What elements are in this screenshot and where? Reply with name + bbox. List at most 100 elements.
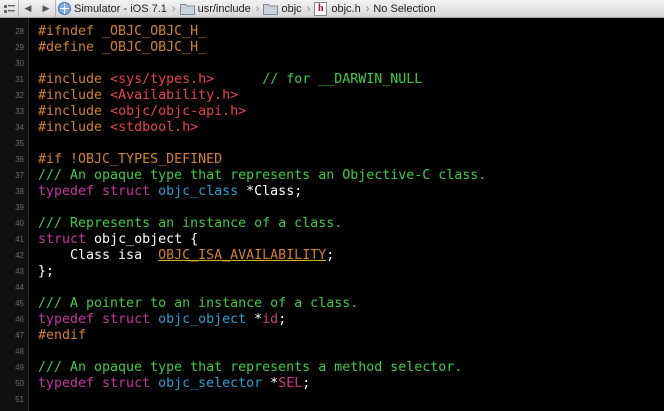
- code-line[interactable]: 42 Class isa OBJC_ISA_AVAILABILITY;: [0, 248, 664, 264]
- code-text: #include <objc/objc-api.h>: [38, 104, 246, 120]
- line-number: 37: [15, 171, 24, 180]
- breadcrumb-label: No Selection: [373, 2, 436, 15]
- code-line[interactable]: 32 #include <Availability.h>: [0, 88, 664, 104]
- code-token: /// Represents an instance of a class.: [38, 216, 343, 231]
- code-token: objc_object: [158, 312, 247, 327]
- line-number: 43: [15, 267, 24, 276]
- code-line[interactable]: 51: [0, 392, 664, 408]
- code-token: // for __DARWIN_NULL: [262, 72, 423, 87]
- code-line[interactable]: 41 struct objc_object {: [0, 232, 664, 248]
- line-number: 33: [15, 107, 24, 116]
- chevron-right-icon: ›: [255, 2, 260, 15]
- related-items-icon[interactable]: [0, 0, 18, 17]
- code-token: /// A pointer to an instance of a class.: [38, 296, 359, 311]
- code-line[interactable]: 50 typedef struct objc_selector *SEL;: [0, 376, 664, 392]
- code-token: <sys/types.h>: [110, 72, 215, 87]
- code-token: <Availability.h>: [110, 88, 239, 103]
- code-line[interactable]: 34 #include <stdbool.h>: [0, 120, 664, 136]
- line-number: 40: [15, 219, 24, 228]
- line-number: 29: [15, 43, 24, 52]
- code-lines: 28 #ifndef _OBJC_OBJC_H_ 29 #define _OBJC_O…: [0, 24, 664, 408]
- code-token: #include: [38, 88, 111, 103]
- code-line[interactable]: 31 #include <sys/types.h> // for __DARWIN…: [0, 72, 664, 88]
- line-number: 34: [15, 123, 24, 132]
- code-text: #define _OBJC_OBJC_H_: [38, 40, 206, 56]
- line-number: 39: [15, 203, 24, 212]
- code-token: objc_object {: [94, 232, 199, 247]
- line-number: 35: [15, 139, 24, 148]
- code-token: <stdbool.h>: [110, 120, 199, 135]
- code-token: Class isa: [38, 248, 159, 263]
- code-line[interactable]: 39: [0, 200, 664, 216]
- code-text: typedef struct objc_object *id;: [38, 312, 286, 328]
- line-number: 30: [15, 59, 24, 68]
- code-token: #define _OBJC_OBJC_H_: [38, 40, 207, 55]
- code-token: objc_class: [158, 184, 239, 199]
- code-line[interactable]: 35: [0, 136, 664, 152]
- line-number: 44: [15, 283, 24, 292]
- code-token: };: [38, 264, 55, 279]
- line-number: 48: [15, 347, 24, 356]
- breadcrumb-selection[interactable]: No Selection: [371, 3, 437, 15]
- code-line[interactable]: 30: [0, 56, 664, 72]
- breadcrumb-usr-include[interactable]: usr/include: [178, 3, 253, 15]
- code-line[interactable]: 33 #include <objc/objc-api.h>: [0, 104, 664, 120]
- line-number: 42: [15, 251, 24, 260]
- breadcrumb-objc[interactable]: objc: [261, 3, 303, 15]
- code-line[interactable]: 29 #define _OBJC_OBJC_H_: [0, 40, 664, 56]
- code-token: /// An opaque type that represents a met…: [38, 360, 463, 375]
- chevron-right-icon: ›: [365, 2, 370, 15]
- back-button[interactable]: ◀: [19, 0, 37, 17]
- code-line[interactable]: 46 typedef struct objc_object *id;: [0, 312, 664, 328]
- line-number: 36: [15, 155, 24, 164]
- code-token: <objc/objc-api.h>: [110, 104, 247, 119]
- chevron-right-icon: ›: [171, 2, 176, 15]
- code-line[interactable]: 45 /// A pointer to an instance of a clas…: [0, 296, 664, 312]
- breadcrumb-label: usr/include: [197, 2, 251, 15]
- code-text: /// An opaque type that represents a met…: [38, 360, 462, 376]
- forward-button[interactable]: ▶: [37, 0, 55, 17]
- code-token: id: [262, 312, 279, 327]
- line-number: 45: [15, 299, 24, 308]
- code-token: #include: [38, 120, 111, 135]
- code-text: #ifndef _OBJC_OBJC_H_: [38, 24, 206, 40]
- code-token: ;: [278, 312, 287, 327]
- code-token: /// An opaque type that represents an Ob…: [38, 168, 487, 183]
- line-number: 38: [15, 187, 24, 196]
- code-line[interactable]: 43};: [0, 264, 664, 280]
- code-text: /// A pointer to an instance of a class.: [38, 296, 358, 312]
- code-line[interactable]: 49 /// An opaque type that represents a m…: [0, 360, 664, 376]
- code-text: typedef struct objc_selector *SEL;: [38, 376, 310, 392]
- code-line[interactable]: 44: [0, 280, 664, 296]
- breadcrumb-label: objc.h: [331, 2, 361, 15]
- code-token: typedef struct: [38, 312, 159, 327]
- code-line[interactable]: 36 #if !OBJC_TYPES_DEFINED: [0, 152, 664, 168]
- simulator-icon: [58, 2, 71, 15]
- line-number: 41: [15, 235, 24, 244]
- breadcrumb-simulator[interactable]: Simulator - iOS 7.1: [56, 2, 169, 15]
- code-token: typedef struct: [38, 184, 159, 199]
- code-text: struct objc_object {: [38, 232, 198, 248]
- code-line[interactable]: 37 /// An opaque type that represents an …: [0, 168, 664, 184]
- code-token: ;: [302, 376, 311, 391]
- breadcrumb-objc-h[interactable]: h objc.h: [312, 1, 362, 16]
- jump-bar: ◀ ▶ Simulator - iOS 7.1 › usr/include › …: [0, 0, 664, 18]
- code-token: SEL: [278, 376, 303, 391]
- code-token: *Class;: [238, 184, 303, 199]
- code-line[interactable]: 48: [0, 344, 664, 360]
- code-text: };: [38, 264, 54, 280]
- code-text: #endif: [38, 328, 86, 344]
- source-editor[interactable]: 28 #ifndef _OBJC_OBJC_H_ 29 #define _OBJC_O…: [0, 18, 664, 411]
- code-line[interactable]: 40 /// Represents an instance of a class.: [0, 216, 664, 232]
- code-text: /// Represents an instance of a class.: [38, 216, 342, 232]
- line-number: 50: [15, 379, 24, 388]
- code-token: struct: [38, 232, 95, 247]
- breadcrumb-label: objc: [281, 2, 302, 15]
- line-number: 46: [15, 315, 24, 324]
- code-line[interactable]: 47 #endif: [0, 328, 664, 344]
- code-text: #include <stdbool.h>: [38, 120, 198, 136]
- code-line[interactable]: 38 typedef struct objc_class *Class;: [0, 184, 664, 200]
- code-line[interactable]: 28 #ifndef _OBJC_OBJC_H_: [0, 24, 664, 40]
- code-token: #include: [38, 104, 111, 119]
